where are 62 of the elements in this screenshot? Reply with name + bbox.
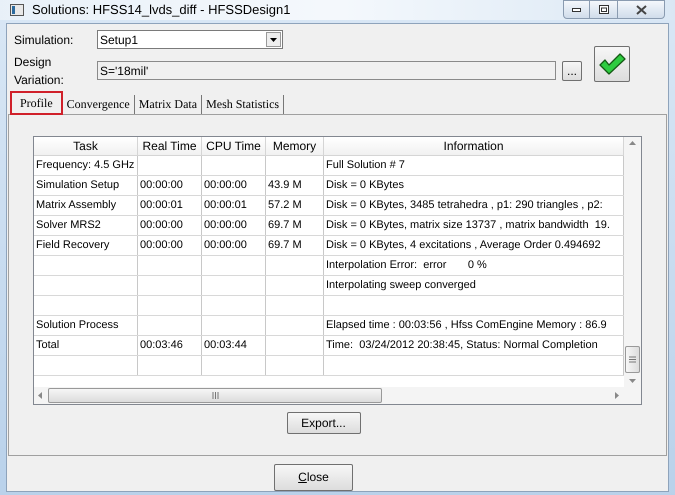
table-cell-text: 00:00:00 [140,238,183,253]
scroll-up-icon [629,140,636,144]
table-cell-text: Disk = 0 KBytes, 4 excitations , Average Order 0.494692 [326,238,601,253]
table-cell-text: 00:00:00 [204,178,247,193]
simulation-label: Simulation: [13,32,74,48]
grip-icon [629,356,636,362]
table-cell-text: Solution Process [36,318,119,333]
horizontal-scrollbar[interactable] [34,386,641,404]
table-cell-text: Disk = 0 KBytes [326,178,404,193]
close-icon [636,4,646,14]
table-cell-text: 00:00:00 [204,238,247,253]
minimize-icon [572,8,581,12]
table-cell-text: 00:00:00 [204,218,247,233]
design-variation-field[interactable]: S='18mil' [97,61,556,80]
window-icon [10,4,24,16]
table-cell-text: Disk = 0 KBytes, 3485 tetrahedra , p1: 290 triangles , p2: [326,198,603,213]
column-header[interactable]: Real Time [138,136,202,154]
column-header[interactable]: Task [34,136,138,154]
vertical-scrollbar[interactable] [624,136,641,386]
maximize-button[interactable] [590,0,617,19]
table-cell-text: Solver MRS2 [36,218,101,233]
table-cell-text: 69.7 M [268,238,302,253]
table-cell-text: Matrix Assembly [36,198,116,213]
table-cell-text: 43.9 M [268,178,302,193]
table-cell-text: 57.2 M [268,198,302,213]
export-button[interactable]: Export... [286,412,360,434]
browse-button[interactable]: ... [562,60,582,80]
checkmark-icon [598,52,626,76]
scroll-right-icon [615,392,619,398]
status-check-button[interactable] [594,46,630,82]
column-header[interactable]: CPU Time [202,136,266,154]
scroll-thumb[interactable] [48,388,382,402]
simulation-dropdown[interactable]: Setup1 [97,30,283,49]
scroll-down-icon [629,378,636,382]
tab[interactable]: Profile [10,90,63,114]
minimize-button[interactable] [563,0,590,19]
table-cell-text: Field Recovery [36,238,110,253]
table-cell-text: Time: 03/24/2012 20:38:45, Status: Normal Completion [326,338,598,353]
table-cell-text: Elapsed time : 00:03:56 , Hfss ComEngine Memory : 86.9 [326,318,607,333]
table-cell-text: 00:03:46 [140,338,183,353]
window-title: Solutions: HFSS14_lvds_diff - HFSSDesign1 [32,1,290,19]
table-cell-text: 00:00:00 [140,218,183,233]
restore-icon [598,5,608,14]
table-cell-text: 00:03:44 [204,338,247,353]
table-cell-text: Interpolation Error: error 0 % [326,258,487,273]
table-cell-text: Interpolating sweep converged [326,278,476,293]
scroll-thumb[interactable] [625,346,640,372]
design-variation-label: Design Variation: [13,54,65,88]
close-window-button[interactable] [617,0,665,19]
table-cell-text: Simulation Setup [36,178,120,193]
table-cell-text: Frequency: 4.5 GHz [36,158,134,173]
table-cell-text: Total [36,338,60,353]
table-cell-text: 00:00:01 [140,198,183,213]
table-cell-text: 00:00:00 [140,178,183,193]
grip-icon [212,392,218,398]
scroll-left-icon [38,392,42,398]
table-cell-text: Full Solution # 7 [326,158,405,173]
table-cell-text: 00:00:01 [204,198,247,213]
column-header[interactable]: Memory [266,136,324,154]
close-button[interactable]: Close [274,464,353,490]
table-cell-text: Disk = 0 KBytes, matrix size 13737 , matrix bandwidth 19. [326,218,610,233]
table-cell-text: 69.7 M [268,218,302,233]
